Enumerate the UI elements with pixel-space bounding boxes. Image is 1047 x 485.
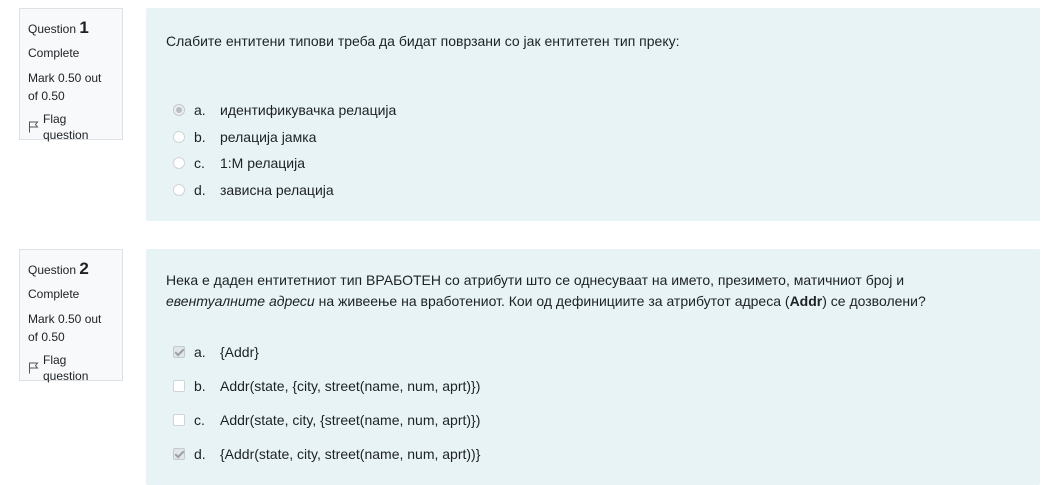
flag-question-label: Flag question <box>43 112 89 142</box>
answer-option-b[interactable]: b. Addr(state, {city, street(name, num, … <box>173 376 480 396</box>
option-letter: a. <box>194 102 206 118</box>
question-info-2: Question 2 Complete Mark 0.50 out of 0.5… <box>19 249 123 384</box>
option-letter: c. <box>194 155 205 171</box>
question-state: Complete <box>28 287 80 301</box>
checkbox[interactable] <box>173 414 185 426</box>
checkbox[interactable] <box>173 448 185 460</box>
option-text: {Addr(state, city, street(name, num, apr… <box>220 446 481 462</box>
question-content-2: Нека е даден ентитетниот тип ВРАБОТЕН со… <box>146 249 1040 485</box>
answer-option-c[interactable]: c. Addr(state, city, {street(name, num, … <box>173 410 480 430</box>
option-text: Addr(state, {city, street(name, num, apr… <box>220 378 481 394</box>
question-grade: Mark 0.50 out of 0.50 <box>28 71 102 103</box>
flag-question-label: Flag question <box>43 353 89 383</box>
option-text: 1:M релација <box>220 155 306 171</box>
question-content-1: Слабите ентитени типови треба да бидат п… <box>146 8 1040 221</box>
question-number: Question 2 <box>28 258 114 281</box>
option-letter: d. <box>194 446 206 462</box>
question-text-italic: евентуалните адреси <box>166 293 315 309</box>
option-letter: d. <box>194 182 206 198</box>
option-letter: b. <box>194 378 206 394</box>
option-letter: a. <box>194 344 206 360</box>
answer-option-d[interactable]: d. зависна релација <box>173 180 334 200</box>
option-letter: c. <box>194 412 205 428</box>
question-grade: Mark 0.50 out of 0.50 <box>28 312 102 344</box>
question-label: Question <box>28 263 77 277</box>
question-text: Нека е даден ентитетниот тип ВРАБОТЕН со… <box>166 270 1006 312</box>
question-text-bold: Addr <box>789 293 823 309</box>
answer-option-d[interactable]: d. {Addr(state, city, street(name, num, … <box>173 444 480 464</box>
option-text: идентификувачка релација <box>220 102 397 118</box>
option-text: Addr(state, city, {street(name, num, apr… <box>220 412 481 428</box>
question-label: Question <box>28 22 77 36</box>
option-text: зависна релација <box>220 182 334 198</box>
checkbox[interactable] <box>173 346 185 358</box>
question-number-value: 1 <box>79 18 89 37</box>
question-text-part: Нека е даден ентитетниот тип ВРАБОТЕН со… <box>166 272 905 288</box>
question-text: Слабите ентитени типови треба да бидат п… <box>166 33 680 49</box>
flag-question-link[interactable]: Flag question <box>28 352 114 384</box>
radio-button[interactable] <box>173 131 185 143</box>
option-text: {Addr} <box>220 344 259 360</box>
flag-icon <box>28 121 39 133</box>
answer-option-a[interactable]: a. {Addr} <box>173 342 259 362</box>
answer-option-c[interactable]: c. 1:M релација <box>173 153 305 173</box>
answer-option-b[interactable]: b. релација јамка <box>173 127 316 147</box>
answer-option-a[interactable]: a. идентификувачка релација <box>173 100 396 120</box>
radio-button[interactable] <box>173 184 185 196</box>
question-state: Complete <box>28 46 80 60</box>
flag-icon <box>28 362 39 374</box>
flag-question-link[interactable]: Flag question <box>28 111 114 143</box>
question-info-1: Question 1 Complete Mark 0.50 out of 0.5… <box>19 8 123 143</box>
radio-button[interactable] <box>173 104 185 116</box>
question-number: Question 1 <box>28 17 114 40</box>
question-number-value: 2 <box>79 259 89 278</box>
option-text: релација јамка <box>220 129 317 145</box>
question-text-part: ) се дозволени? <box>822 293 926 309</box>
checkbox[interactable] <box>173 380 185 392</box>
option-letter: b. <box>194 129 206 145</box>
radio-button[interactable] <box>173 157 185 169</box>
question-text-part: на живеење на вработениот. Кои од дефини… <box>314 293 790 309</box>
